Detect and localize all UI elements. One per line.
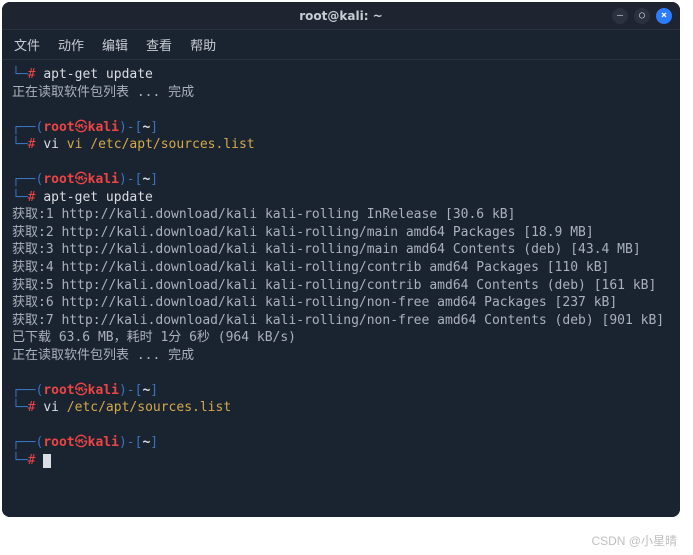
cmd-part1: vi	[43, 400, 66, 415]
output-line: 获取:4 http://kali.download/kali kali-roll…	[12, 260, 609, 275]
menu-view[interactable]: 查看	[146, 35, 172, 54]
prompt-close: ]	[150, 383, 158, 398]
prompt-hash: #	[28, 400, 36, 415]
prompt-close: ]	[150, 172, 158, 187]
output-line: 正在读取软件包列表 ... 完成	[12, 85, 194, 100]
output-line: 获取:1 http://kali.download/kali kali-roll…	[12, 207, 515, 222]
output-line: 正在读取软件包列表 ... 完成	[12, 348, 194, 363]
prompt-hash: #	[28, 190, 36, 205]
cmd-path: vi /etc/apt/sources.list	[67, 137, 255, 152]
window-controls: – ○ ×	[612, 8, 672, 24]
output-line: 已下载 63.6 MB，耗时 1分 6秒 (964 kB/s)	[12, 330, 296, 345]
prompt-corner: └─	[12, 453, 28, 468]
prompt-corner: ┌──(	[12, 383, 43, 398]
menubar: 文件 动作 编辑 查看 帮助	[2, 30, 680, 60]
output-line: 获取:3 http://kali.download/kali kali-roll…	[12, 242, 641, 257]
prompt-user: root	[43, 172, 74, 187]
prompt-at: ㉿	[75, 172, 88, 187]
prompt-corner: ┌──(	[12, 435, 43, 450]
cmd-part1: vi	[43, 137, 66, 152]
prompt-close: ]	[150, 120, 158, 135]
prompt-hash: #	[28, 453, 36, 468]
prompt-rparen: )-[	[119, 383, 142, 398]
maximize-button[interactable]: ○	[634, 8, 650, 24]
output-line: 获取:6 http://kali.download/kali kali-roll…	[12, 295, 617, 310]
close-button[interactable]: ×	[656, 8, 672, 24]
menu-actions[interactable]: 动作	[58, 35, 84, 54]
menu-help[interactable]: 帮助	[190, 35, 216, 54]
prompt-at: ㉿	[75, 435, 88, 450]
prompt-corner: └─	[12, 400, 28, 415]
prompt-host: kali	[88, 120, 119, 135]
terminal-window: root@kali: ~ – ○ × 文件 动作 编辑 查看 帮助 └─# ap…	[2, 2, 680, 517]
menu-edit[interactable]: 编辑	[102, 35, 128, 54]
watermark-text: CSDN @小星晴	[591, 532, 677, 549]
prompt-corner: └─	[12, 190, 28, 205]
prompt-rparen: )-[	[119, 120, 142, 135]
titlebar: root@kali: ~ – ○ ×	[2, 2, 680, 30]
prompt-corner: └─	[12, 137, 28, 152]
prompt-rparen: )-[	[119, 435, 142, 450]
cmd-text: apt-get update	[43, 190, 153, 205]
prompt-close: ]	[150, 435, 158, 450]
minimize-button[interactable]: –	[612, 8, 628, 24]
prompt-host: kali	[88, 172, 119, 187]
prompt-user: root	[43, 383, 74, 398]
terminal-output[interactable]: └─# apt-get update 正在读取软件包列表 ... 完成 ┌──(…	[2, 60, 680, 517]
cmd-path: /etc/apt/sources.list	[67, 400, 231, 415]
prompt-user: root	[43, 435, 74, 450]
output-line: 获取:5 http://kali.download/kali kali-roll…	[12, 278, 656, 293]
prompt-at: ㉿	[75, 383, 88, 398]
cmd-text: apt-get update	[43, 67, 153, 82]
output-line: 获取:2 http://kali.download/kali kali-roll…	[12, 225, 594, 240]
prompt-user: root	[43, 120, 74, 135]
prompt-host: kali	[88, 383, 119, 398]
prompt-hash: #	[28, 137, 36, 152]
prompt-corner: └─	[12, 67, 28, 82]
menu-file[interactable]: 文件	[14, 35, 40, 54]
prompt-host: kali	[88, 435, 119, 450]
prompt-rparen: )-[	[119, 172, 142, 187]
prompt-at: ㉿	[75, 120, 88, 135]
output-line: 获取:7 http://kali.download/kali kali-roll…	[12, 313, 664, 328]
cursor-icon	[43, 454, 51, 468]
prompt-corner: ┌──(	[12, 172, 43, 187]
window-title: root@kali: ~	[299, 9, 382, 23]
prompt-corner: ┌──(	[12, 120, 43, 135]
